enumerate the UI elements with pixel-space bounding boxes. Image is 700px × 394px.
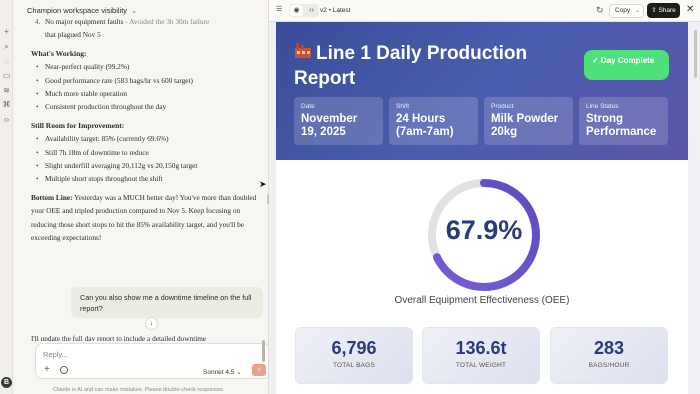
version-label: v2 • Latest [320,7,351,14]
bottom-line: Bottom Line: Yesterday was a MUCH better… [31,191,257,245]
factory-icon [294,42,312,67]
report-title-block: Line 1 Daily Production Report [294,42,584,91]
list-item: Much more stable operation [31,87,257,101]
chat-title-button[interactable]: Champion workspace visibility ⌄ [27,6,137,15]
stat-label: TOTAL WEIGHT [455,362,507,369]
list-item-cont: that plagued Nov 5 [45,30,101,40]
stat-value: 283 [593,338,625,358]
working-heading: What's Working: [31,48,87,58]
stat-label: TOTAL BAGS [333,362,375,369]
reply-input[interactable]: Reply... [43,350,68,359]
list-item-text: No major equipment faults [45,17,124,26]
left-rail: + ⌕ ◌ ▭ ≋ ⌘ ‹› B [0,0,13,394]
projects-icon[interactable]: ▭ [2,71,11,80]
list-item: Good performance rate (583 bags/hr vs 60… [31,74,257,88]
stat-card-bags-hour: 283 BAGS/HOUR [550,327,668,384]
list-item: Multiple short stops throughout the shif… [31,172,257,186]
report-artifact: Line 1 Daily Production Report ✓ Day Com… [276,22,688,394]
view-toggle[interactable]: ◉ ‹› [289,4,319,17]
card-value: Strong Performance [586,113,657,138]
clock-icon[interactable] [60,366,68,374]
info-cards: Date November 19, 2025 Shift 24 Hours (7… [294,97,669,145]
code-icon[interactable]: ‹› [2,115,11,124]
search-icon[interactable]: ⌕ [2,42,11,51]
send-button[interactable]: ↑ [252,364,266,376]
improve-heading: Still Room for Improvement: [31,120,125,130]
status-badge: ✓ Day Complete [584,50,669,80]
list-item: Still 7h 18m of downtime to reduce [31,146,257,160]
card-label: Line Status [586,103,619,110]
oee-label: Overall Equipment Effectiveness (OEE) [394,295,570,306]
card-value: Milk Powder 20kg [491,113,559,138]
artifact-toolbar: ☰ ◉ ‹› v2 • Latest ↻ Copy ⌄ ⇧ Share ✕ [269,0,700,22]
code-view-icon[interactable]: ‹› [305,5,318,16]
artifacts-icon[interactable]: ⌘ [2,100,11,109]
card-label: Date [301,103,315,110]
eye-icon[interactable]: ◉ [290,5,303,16]
app-window: + ⌕ ◌ ▭ ≋ ⌘ ‹› B Champion workspace visi… [0,0,700,394]
chevron-down-icon: ⌄ [131,6,138,15]
report-title: Line 1 Daily Production Report [294,43,528,89]
stat-card-total-weight: 136.6t TOTAL WEIGHT [422,327,540,384]
improve-list: Availability target: 85% (currently 69.6… [31,132,257,186]
card-value: November 19, 2025 [301,113,358,138]
chevron-down-icon[interactable]: ⌄ [635,5,640,17]
info-card-status: Line Status Strong Performance [579,97,668,145]
info-card-shift: Shift 24 Hours (7am-7am) [389,97,478,145]
disclaimer: Claude is AI and can make mistakes. Plea… [53,387,225,393]
info-card-date: Date November 19, 2025 [294,97,383,145]
card-label: Shift [396,103,410,110]
list-item: Availability target: 85% (currently 69.6… [31,132,257,146]
version-selector[interactable]: v2 • Latest [320,7,350,14]
bottom-line-label: Bottom Line: [31,192,73,202]
list-item: Consistent production throughout the day [31,100,257,114]
model-name: Sonnet 4.5 [203,369,235,376]
list-item-muted: - Avoided the 3h 30m failure [123,17,210,26]
stat-value: 136.6t [455,338,507,358]
refresh-icon[interactable]: ↻ [596,5,604,16]
close-icon[interactable]: ✕ [686,4,694,15]
list-item: Slight underfill averaging 20,112g vs 20… [31,159,257,173]
info-card-product: Product Milk Powder 20kg [484,97,573,145]
chats-icon[interactable]: ◌ [2,57,11,66]
scroll-down-button[interactable]: ↓ [145,317,158,330]
stat-card-total-bags: 6,796 TOTAL BAGS [295,327,413,384]
assistant-message: 4. No major equipment faults - Avoided t… [31,15,257,245]
partial-reply: I'll update the full day report to inclu… [31,334,207,341]
oee-value: 67.9% [445,215,523,245]
share-button[interactable]: ⇧ Share [647,3,680,18]
list-icon[interactable]: ☰ [276,5,282,13]
add-icon[interactable]: + [44,365,50,375]
composer[interactable]: Reply... + Sonnet 4.5 ⌄ ↑ [35,343,271,379]
card-label: Product [491,103,514,110]
mouse-cursor-icon: ➤ [259,179,267,189]
avatar[interactable]: B [1,377,12,388]
list-item: 4. No major equipment faults - Avoided t… [31,15,257,42]
artifact-scrollbar[interactable] [694,30,697,78]
stat-value: 6,796 [331,338,377,358]
model-selector[interactable]: Sonnet 4.5 ⌄ [203,368,242,376]
user-message: Can you also show me a downtime timeline… [71,287,263,318]
stat-label: BAGS/HOUR [588,362,630,369]
chat-title: Champion workspace visibility [27,6,128,15]
layers-icon[interactable]: ≋ [2,86,11,95]
chat-scrollbar[interactable] [262,340,265,362]
share-label: Share [658,7,676,14]
working-list: Near-perfect quality (99.2%) Good perfor… [31,60,257,114]
list-item: Near-perfect quality (99.2%) [31,60,257,74]
new-chat-icon[interactable]: + [2,27,11,36]
list-number: 4. [35,17,41,26]
card-value: 24 Hours (7am-7am) [396,113,454,138]
report-header: Line 1 Daily Production Report ✓ Day Com… [276,22,688,160]
chat-panel: Champion workspace visibility ⌄ 4. No maj… [13,0,271,394]
oee-gauge: 67.9% [424,175,544,295]
copy-button[interactable]: Copy ⌄ [609,4,644,18]
copy-label: Copy [615,7,631,14]
